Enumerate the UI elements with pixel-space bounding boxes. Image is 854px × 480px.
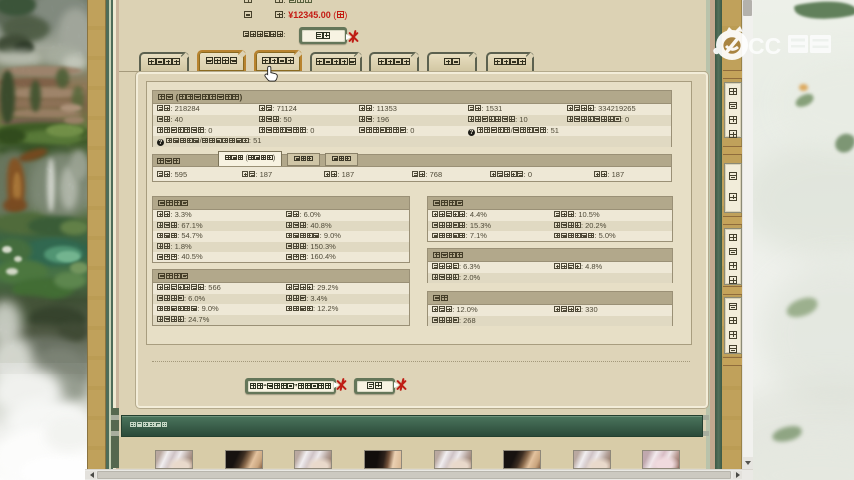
svg-text:CC: CC xyxy=(748,33,781,59)
